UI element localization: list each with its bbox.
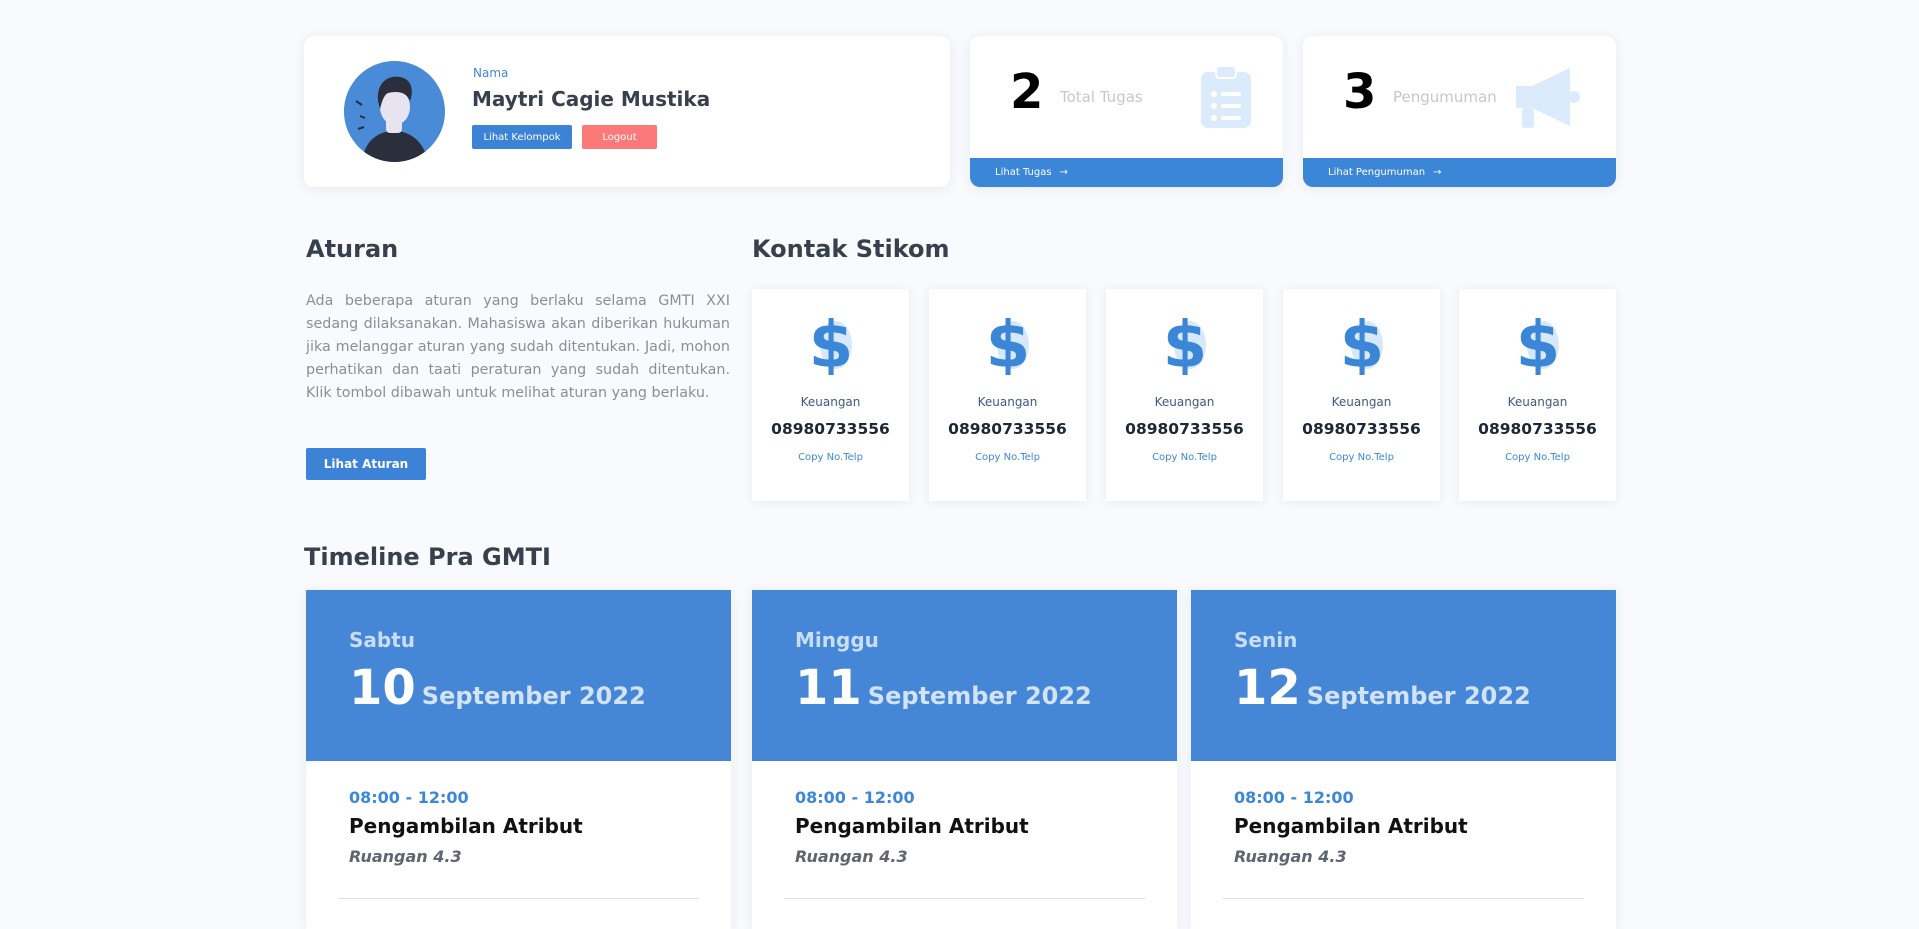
timeline-day: Sabtu bbox=[349, 628, 416, 652]
contact-label: Keuangan bbox=[800, 395, 861, 409]
contact-label: Keuangan bbox=[1154, 395, 1215, 409]
lihat-tugas-link[interactable]: Lihat Tugas → bbox=[970, 158, 1283, 187]
event-time: 08:00 - 12:00 bbox=[1234, 788, 1354, 807]
event-title: Pengambilan Atribut bbox=[349, 814, 583, 838]
dollar-icon: $ bbox=[1106, 307, 1263, 375]
contact-label: Keuangan bbox=[977, 395, 1038, 409]
contact-phone: 08980733556 bbox=[1302, 420, 1421, 438]
profile-name: Maytri Cagie Mustika bbox=[472, 87, 711, 111]
contact-phone: 08980733556 bbox=[948, 420, 1067, 438]
date-month: September 2022 bbox=[867, 682, 1092, 710]
timeline-card: Minggu 11 September 2022 08:00 - 12:00 Pe… bbox=[752, 590, 1177, 929]
contact-card: $ Keuangan 08980733556 Copy No.Telp bbox=[1106, 289, 1263, 501]
copy-phone-link[interactable]: Copy No.Telp bbox=[1459, 452, 1616, 463]
divider bbox=[1223, 898, 1584, 899]
timeline-date: 11 September 2022 bbox=[795, 660, 1092, 716]
contact-phone: 08980733556 bbox=[771, 420, 890, 438]
link-label: Lihat Pengumuman bbox=[1328, 167, 1426, 178]
contact-label: Keuangan bbox=[1507, 395, 1568, 409]
stat-label: Total Tugas bbox=[1060, 88, 1143, 106]
timeline-card: Senin 12 September 2022 08:00 - 12:00 Pen… bbox=[1191, 590, 1616, 929]
contact-label: Keuangan bbox=[1331, 395, 1392, 409]
copy-phone-link[interactable]: Copy No.Telp bbox=[1283, 452, 1440, 463]
event-time: 08:00 - 12:00 bbox=[349, 788, 469, 807]
link-label: Lihat Tugas bbox=[995, 167, 1052, 178]
event-room: Ruangan 4.3 bbox=[349, 847, 462, 866]
date-number: 11 bbox=[795, 660, 862, 716]
timeline-card: Sabtu 10 September 2022 08:00 - 12:00 Pen… bbox=[306, 590, 731, 929]
dollar-icon: $ bbox=[752, 307, 909, 375]
copy-phone-link[interactable]: Copy No.Telp bbox=[929, 452, 1086, 463]
arrow-right-icon: → bbox=[1433, 167, 1442, 178]
svg-text:$: $ bbox=[1162, 309, 1207, 375]
date-number: 12 bbox=[1234, 660, 1301, 716]
stat-value: 3 bbox=[1343, 64, 1377, 120]
svg-text:$: $ bbox=[985, 309, 1030, 375]
timeline-date: 10 September 2022 bbox=[349, 660, 646, 716]
contact-card: $ Keuangan 08980733556 Copy No.Telp bbox=[752, 289, 909, 501]
contact-card: $ Keuangan 08980733556 Copy No.Telp bbox=[929, 289, 1086, 501]
timeline-day: Senin bbox=[1234, 628, 1298, 652]
timeline-card-header: Minggu 11 September 2022 bbox=[752, 590, 1177, 761]
date-month: September 2022 bbox=[1306, 682, 1531, 710]
clipboard-icon bbox=[1201, 64, 1251, 132]
event-room: Ruangan 4.3 bbox=[795, 847, 908, 866]
timeline-date: 12 September 2022 bbox=[1234, 660, 1531, 716]
contact-phone: 08980733556 bbox=[1478, 420, 1597, 438]
svg-text:$: $ bbox=[1339, 309, 1384, 375]
name-label: Nama bbox=[473, 66, 509, 80]
svg-text:$: $ bbox=[1515, 309, 1560, 375]
kontak-title: Kontak Stikom bbox=[752, 235, 950, 263]
timeline-card-header: Sabtu 10 September 2022 bbox=[306, 590, 731, 761]
arrow-right-icon: → bbox=[1059, 167, 1068, 178]
profile-card: Nama Maytri Cagie Mustika Lihat Kelompok… bbox=[304, 36, 950, 187]
timeline-card-header: Senin 12 September 2022 bbox=[1191, 590, 1616, 761]
event-time: 08:00 - 12:00 bbox=[795, 788, 915, 807]
date-number: 10 bbox=[349, 660, 416, 716]
lihat-aturan-button[interactable]: Lihat Aturan bbox=[306, 448, 426, 480]
divider bbox=[784, 898, 1145, 899]
dollar-icon: $ bbox=[1283, 307, 1440, 375]
contact-card: $ Keuangan 08980733556 Copy No.Telp bbox=[1283, 289, 1440, 501]
contact-phone: 08980733556 bbox=[1125, 420, 1244, 438]
stat-label: Pengumuman bbox=[1393, 88, 1497, 106]
stat-card-pengumuman: 3 Pengumuman Lihat Pengumuman → bbox=[1303, 36, 1616, 187]
timeline-title: Timeline Pra GMTI bbox=[304, 543, 551, 571]
lihat-pengumuman-link[interactable]: Lihat Pengumuman → bbox=[1303, 158, 1616, 187]
event-title: Pengambilan Atribut bbox=[1234, 814, 1468, 838]
timeline-day: Minggu bbox=[795, 628, 879, 652]
logout-button[interactable]: Logout bbox=[582, 125, 657, 149]
contact-card: $ Keuangan 08980733556 Copy No.Telp bbox=[1459, 289, 1616, 501]
dollar-icon: $ bbox=[1459, 307, 1616, 375]
event-room: Ruangan 4.3 bbox=[1234, 847, 1347, 866]
event-title: Pengambilan Atribut bbox=[795, 814, 1029, 838]
aturan-title: Aturan bbox=[306, 235, 399, 263]
date-month: September 2022 bbox=[421, 682, 646, 710]
svg-text:$: $ bbox=[808, 309, 853, 375]
dollar-icon: $ bbox=[929, 307, 1086, 375]
copy-phone-link[interactable]: Copy No.Telp bbox=[1106, 452, 1263, 463]
divider bbox=[338, 898, 699, 899]
aturan-text: Ada beberapa aturan yang berlaku selama … bbox=[306, 293, 730, 401]
copy-phone-link[interactable]: Copy No.Telp bbox=[752, 452, 909, 463]
stat-value: 2 bbox=[1010, 64, 1044, 120]
stat-card-tugas: 2 Total Tugas Lihat Tugas → bbox=[970, 36, 1283, 187]
avatar bbox=[344, 61, 445, 162]
megaphone-icon bbox=[1516, 66, 1580, 132]
lihat-kelompok-button[interactable]: Lihat Kelompok bbox=[472, 125, 572, 149]
